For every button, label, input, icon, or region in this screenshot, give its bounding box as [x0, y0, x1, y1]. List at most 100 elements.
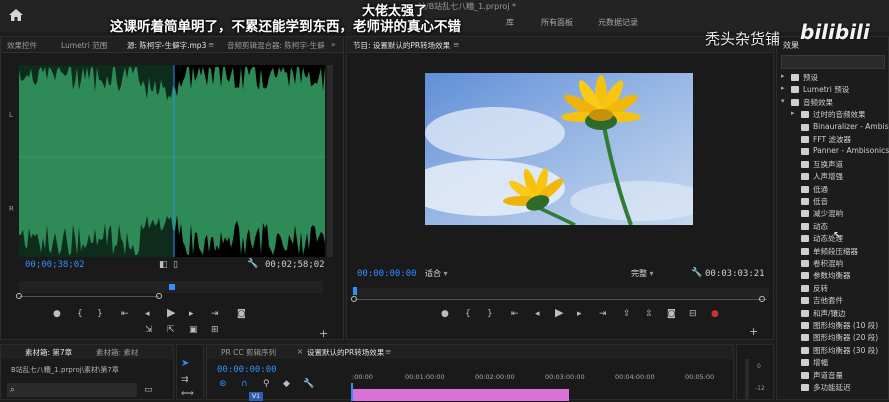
waveform-scrollbar[interactable] [327, 65, 333, 257]
tab-sequence-default-transition[interactable]: 设置默认的PR转场效果 [307, 347, 384, 358]
track-select-icon[interactable]: ⇉ [181, 375, 189, 385]
workspace-tab-metadata[interactable]: 元数据记录 [598, 17, 638, 28]
play-icon[interactable]: ▶ [167, 307, 175, 318]
fit-dropdown[interactable]: 适合 ▾ [425, 268, 448, 279]
selection-tool-icon[interactable]: ➤ [181, 359, 189, 369]
effects-item[interactable]: Binauralizer - Ambisonics [777, 122, 889, 134]
marker-bracket-icon[interactable]: ▯ [173, 260, 178, 270]
zoom-handle-right[interactable] [156, 293, 162, 299]
chevron-right-icon[interactable]: ▸ [781, 72, 785, 80]
nest-icon[interactable]: ⊛ [219, 379, 227, 389]
tab-sequence-pr-cc[interactable]: PR CC 剪辑序列 [221, 347, 276, 358]
effects-item[interactable]: 人声增强 [777, 171, 889, 183]
camera-icon[interactable]: ◙ [667, 309, 676, 319]
step-forward-icon[interactable]: ▸ [577, 309, 582, 319]
ripple-edit-icon[interactable]: ⟺ [181, 389, 194, 399]
effects-item[interactable]: 单频段压缩器 [777, 246, 889, 258]
effects-item[interactable]: 图形均衡器 (20 段) [777, 332, 889, 344]
effects-item[interactable]: 互换声道 [777, 159, 889, 171]
mark-in-icon[interactable]: { [465, 309, 471, 319]
source-playhead[interactable] [169, 284, 175, 290]
step-back-icon[interactable]: ◂ [145, 309, 150, 319]
program-video-frame[interactable] [425, 73, 693, 225]
chevron-right-icon[interactable]: ▸ [781, 84, 785, 92]
effects-item[interactable]: 低通 [777, 184, 889, 196]
wrench-icon[interactable]: 🔧 [691, 268, 702, 278]
effects-item[interactable]: 反转 [777, 283, 889, 295]
extract-icon[interactable]: ⇫ [645, 309, 653, 319]
tab-effect-controls[interactable]: 效果控件 [7, 40, 37, 51]
timeline-menu-icon[interactable]: ≡ [385, 347, 391, 356]
effects-item[interactable]: 参数均衡器 [777, 270, 889, 282]
zoom-handle-left[interactable] [351, 296, 357, 302]
effects-item[interactable]: 吉他套件 [777, 295, 889, 307]
effects-item[interactable]: FFT 滤波器 [777, 134, 889, 146]
effects-item[interactable]: 和声/镶边 [777, 308, 889, 320]
effects-item[interactable]: 图形均衡器 (10 段) [777, 320, 889, 332]
effects-folder[interactable]: ▸ 过时的音频效果 [777, 109, 889, 121]
add-marker-icon[interactable]: ● [441, 309, 449, 319]
effects-panel-title[interactable]: 效果 [783, 40, 799, 51]
audio-waveform[interactable] [19, 65, 325, 257]
button-editor-icon[interactable]: ⊞ [211, 325, 219, 335]
program-menu-icon[interactable]: ≡ [453, 40, 459, 49]
tab-program[interactable]: 节目: 设置默认的PR转场效果 [353, 40, 450, 51]
program-zoom-bar[interactable] [355, 299, 767, 300]
comparison-view-icon[interactable]: ⊟ [689, 309, 697, 319]
effects-item[interactable]: Panner - Ambisonics [777, 146, 889, 158]
mark-in-icon[interactable]: { [77, 309, 83, 319]
quality-dropdown[interactable]: 完整 ▾ [631, 268, 654, 279]
panel-menu-icon[interactable]: ≡ [208, 40, 214, 49]
go-to-in-icon[interactable]: ⇤ [511, 309, 519, 319]
zoom-fit-icon[interactable]: ◧ [159, 260, 168, 270]
add-marker-icon[interactable]: ● [53, 309, 61, 319]
tab-bin-chapter7[interactable]: 素材箱: 第7章 [25, 347, 72, 358]
program-time-ruler[interactable] [353, 288, 769, 298]
snap-icon[interactable]: ∩ [241, 379, 248, 389]
source-zoom-bar[interactable] [19, 296, 159, 297]
add-marker-icon[interactable]: ◆ [283, 379, 290, 389]
project-search-input[interactable] [7, 383, 137, 397]
step-back-icon[interactable]: ◂ [535, 309, 540, 319]
panel-overflow-icon[interactable]: » [331, 40, 336, 49]
step-forward-icon[interactable]: ▸ [189, 309, 194, 319]
add-button-icon[interactable]: + [749, 326, 758, 337]
effects-item[interactable]: 增幅 [777, 357, 889, 369]
chevron-right-icon[interactable]: ▸ [791, 109, 795, 117]
play-icon[interactable]: ▶ [555, 307, 563, 318]
effects-item[interactable]: 卷积混响 [777, 258, 889, 270]
wrench-icon[interactable]: 🔧 [247, 259, 258, 269]
zoom-handle-left[interactable] [16, 293, 22, 299]
effects-item[interactable]: 多功能延迟 [777, 382, 889, 394]
timeline-timecode[interactable]: 00:00:00:00 [217, 365, 277, 375]
workspace-tab-library[interactable]: 库 [506, 17, 514, 28]
new-bin-icon[interactable]: ▭ [144, 385, 153, 395]
effects-folder[interactable]: ▸ 预设 [777, 72, 889, 84]
insert-icon[interactable]: ⇲ [145, 325, 153, 335]
effects-item[interactable]: 图形均衡器 (30 段) [777, 345, 889, 357]
workspace-tab-all-panels[interactable]: 所有面板 [541, 17, 573, 28]
video-clip[interactable] [353, 389, 569, 401]
tab-lumetri-scopes[interactable]: Lumetri 范围 [61, 40, 107, 51]
source-timecode-current[interactable]: 00;00;38;02 [25, 260, 85, 270]
linked-selection-icon[interactable]: ⚲ [263, 379, 270, 389]
zoom-handle-right[interactable] [759, 296, 765, 302]
effects-item[interactable]: 低音 [777, 196, 889, 208]
program-playhead[interactable] [353, 287, 357, 295]
program-timecode-current[interactable]: 00:00:00:00 [357, 269, 417, 279]
effects-search-input[interactable] [781, 55, 885, 69]
tab-audio-clip-mixer[interactable]: 音频剪辑混合器: 陈柯宇-生僻 [227, 40, 325, 51]
camera-icon[interactable]: ◙ [237, 309, 246, 319]
export-frame-icon[interactable]: ▣ [189, 325, 198, 335]
mark-out-icon[interactable]: } [487, 309, 493, 319]
home-icon[interactable] [8, 7, 24, 23]
tab-source[interactable]: 源: 陈柯宇-生僻字.mp3 [127, 40, 206, 51]
effects-item[interactable]: 声道音量 [777, 370, 889, 382]
go-to-in-icon[interactable]: ⇤ [121, 309, 129, 319]
record-icon[interactable]: ● [711, 309, 719, 319]
go-to-out-icon[interactable]: ⇥ [599, 309, 607, 319]
close-icon[interactable]: × [297, 347, 303, 356]
chevron-down-icon[interactable]: ▾ [781, 97, 785, 105]
mark-out-icon[interactable]: } [97, 309, 103, 319]
go-to-out-icon[interactable]: ⇥ [211, 309, 219, 319]
